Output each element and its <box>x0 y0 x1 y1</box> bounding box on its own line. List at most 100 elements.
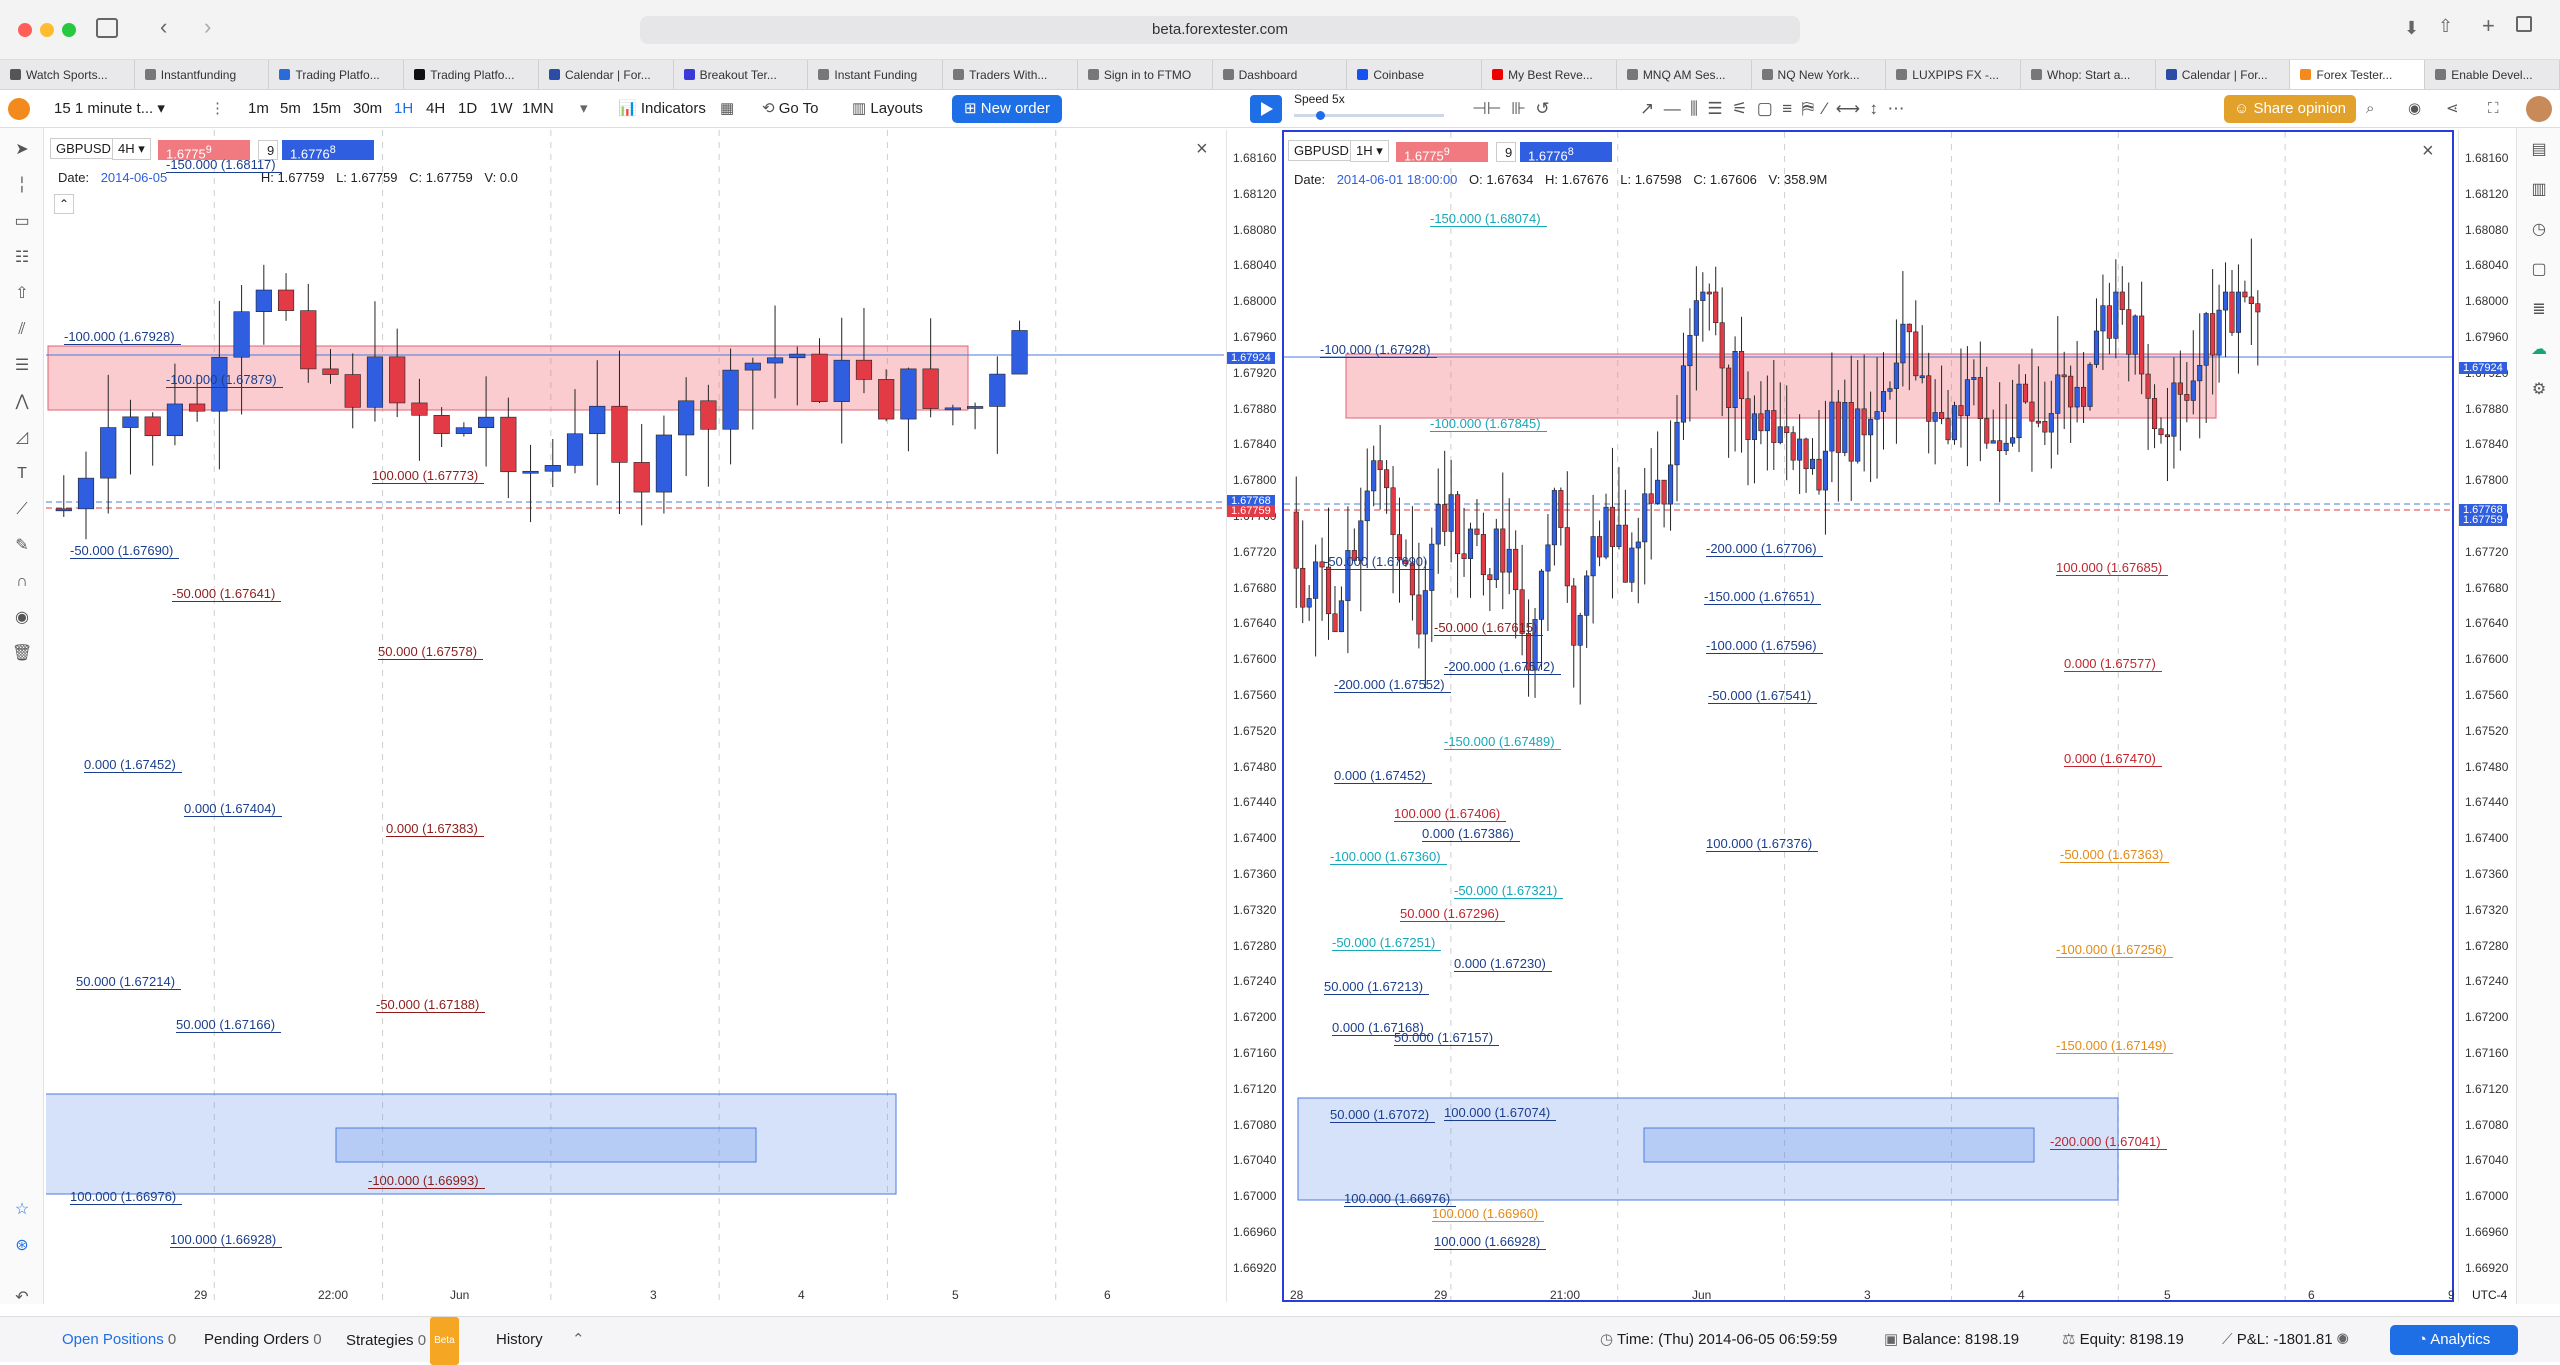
chart-canvas-left[interactable] <box>46 130 1224 1302</box>
fib-level-label[interactable]: 0.000 (1.67230) <box>1454 956 1552 972</box>
new-tab-icon[interactable]: + <box>2482 13 2495 39</box>
expand-panel-icon[interactable]: ⌃ <box>572 1317 585 1363</box>
trash-icon[interactable]: 🗑 <box>12 644 32 664</box>
browser-tab[interactable]: Sign in to FTMO <box>1078 60 1213 89</box>
fib-level-label[interactable]: -50.000 (1.67690) <box>70 543 180 559</box>
step-icons[interactable]: ⊣⊢ ⊪ ↺ <box>1472 90 1550 128</box>
fib-level-label[interactable]: 0.000 (1.67470) <box>2064 751 2162 767</box>
browser-tab[interactable]: MNQ AM Ses... <box>1617 60 1752 89</box>
brush-tool-icon[interactable]: ⟋ <box>12 500 32 520</box>
fib-level-label[interactable]: 50.000 (1.67214) <box>76 974 182 990</box>
speed-slider-handle[interactable] <box>1316 111 1325 120</box>
fib-level-label[interactable]: -100.000 (1.67928) <box>64 329 181 345</box>
fib-level-label[interactable]: -200.000 (1.67552) <box>1334 677 1451 693</box>
play-button[interactable] <box>1250 95 1282 123</box>
fib-level-label[interactable]: -100.000 (1.67256) <box>2056 942 2173 958</box>
browser-tab[interactable]: Coinbase <box>1347 60 1483 89</box>
chart-pane-right[interactable]: GBPUSD 1H ▾ 1.67759 9 1.67768 Date: 2014… <box>1282 130 2454 1302</box>
chart-pane-left[interactable]: GBPUSD 4H ▾ 1.67759 9 1.67768 Date: 2014… <box>46 130 1224 1302</box>
timeframe-4H[interactable]: 4H <box>426 90 445 128</box>
fib-level-label[interactable]: -50.000 (1.67188) <box>376 997 486 1013</box>
browser-tab[interactable]: NQ New York... <box>1752 60 1887 89</box>
line-tool-icon[interactable]: ╎ <box>12 176 32 196</box>
browser-tab[interactable]: Forex Tester... <box>2290 60 2426 89</box>
browser-tab[interactable]: Whop: Start a... <box>2021 60 2156 89</box>
favorites-star-icon[interactable]: ☆ <box>12 1200 32 1220</box>
fib-level-label[interactable]: 100.000 (1.66976) <box>70 1189 183 1205</box>
fib-level-label[interactable]: -50.000 (1.67251) <box>1332 935 1442 951</box>
clock-icon[interactable]: ◷ <box>2529 220 2549 240</box>
browser-tab[interactable]: Trading Platfo... <box>404 60 539 89</box>
fib-level-label[interactable]: 100.000 (1.67773) <box>372 468 485 484</box>
share-opinion-button[interactable]: ☺ Share opinion <box>2224 95 2356 123</box>
fib-level-label[interactable]: -50.000 (1.67615) <box>1434 620 1544 636</box>
fib-level-label[interactable]: 0.000 (1.67452) <box>1334 768 1432 784</box>
timeframe-1m[interactable]: 1m <box>248 90 269 128</box>
templates-grid-icon[interactable]: ▦ <box>720 90 734 128</box>
fib-level-label[interactable]: -100.000 (1.67360) <box>1330 849 1447 865</box>
timeframe-label[interactable]: 1H ▾ <box>1350 140 1389 162</box>
fib-level-label[interactable]: 50.000 (1.67296) <box>1400 906 1506 922</box>
pattern-tool-icon[interactable]: ⋀ <box>12 392 32 412</box>
browser-tab[interactable]: Traders With... <box>943 60 1078 89</box>
fib-level-label[interactable]: -100.000 (1.67928) <box>1320 342 1437 358</box>
fib-level-label[interactable]: -150.000 (1.68074) <box>1430 211 1547 227</box>
channel-tool-icon[interactable]: ⫽ <box>12 320 32 340</box>
fib-level-label[interactable]: 100.000 (1.67685) <box>2056 560 2169 576</box>
fib-level-label[interactable]: 0.000 (1.67577) <box>2064 656 2162 672</box>
pending-orders-tab[interactable]: Pending Orders 0 <box>204 1317 322 1363</box>
fib-level-label[interactable]: -200.000 (1.67572) <box>1444 659 1561 675</box>
fib-level-label[interactable]: -50.000 (1.67541) <box>1708 688 1818 704</box>
timeframe-1D[interactable]: 1D <box>458 90 477 128</box>
text-tool-icon[interactable]: T <box>12 464 32 484</box>
timeframe-5m[interactable]: 5m <box>280 90 301 128</box>
new-order-button[interactable]: ⊞ New order <box>952 95 1062 123</box>
fib-level-label[interactable]: -50.000 (1.67641) <box>172 586 282 602</box>
fib-level-label[interactable]: 100.000 (1.67074) <box>1444 1105 1557 1121</box>
fib-level-label[interactable]: -150.000 (1.67149) <box>2056 1038 2173 1054</box>
fib-level-label[interactable]: 100.000 (1.66976) <box>1344 1191 1457 1207</box>
pen-tool-icon[interactable]: ✎ <box>12 536 32 556</box>
open-positions-tab[interactable]: Open Positions 0 <box>62 1317 176 1363</box>
buy-price[interactable]: 1.67768 <box>282 140 374 161</box>
fib-level-label[interactable]: -50.000 (1.67363) <box>2060 847 2170 863</box>
fib-level-label[interactable]: -200.000 (1.67706) <box>1706 541 1823 557</box>
minimize-window-button[interactable] <box>40 23 54 37</box>
timeframe-30m[interactable]: 30m <box>353 90 382 128</box>
sell-price[interactable]: 1.67759 <box>1396 142 1488 163</box>
fib-level-label[interactable]: 0.000 (1.67404) <box>184 801 282 817</box>
search-icon[interactable]: ⌕ <box>2366 90 2374 128</box>
fib-level-label[interactable]: -200.000 (1.67041) <box>2050 1134 2167 1150</box>
fib-level-label[interactable]: 50.000 (1.67166) <box>176 1017 282 1033</box>
fib-level-label[interactable]: -100.000 (1.67596) <box>1706 638 1823 654</box>
fib-level-label[interactable]: 100.000 (1.66928) <box>170 1232 283 1248</box>
drawing-tools-strip[interactable]: ↗ — ⫼ ☰ ⚟ ▢ ≡ ⛿ ⁄ ⟷ ↕ ⋯ <box>1640 90 1905 128</box>
close-pane-icon[interactable]: × <box>1196 138 1208 161</box>
close-window-button[interactable] <box>18 23 32 37</box>
eye-small-icon[interactable]: ◉ <box>2337 1331 2349 1348</box>
price-axis-right[interactable]: 1.68160 1.68120 1.68080 1.68040 1.68000 1.679… <box>2458 130 2512 1302</box>
fib-level-label[interactable]: -150.000 (1.67489) <box>1444 734 1561 750</box>
fib-level-label[interactable]: -150.000 (1.67651) <box>1704 589 1821 605</box>
fib-tool-icon[interactable]: ☷ <box>12 248 32 268</box>
browser-tab[interactable]: Dashboard <box>1213 60 1348 89</box>
share-icon[interactable]: ⋖ <box>2446 90 2459 128</box>
download-icon[interactable]: ⬇ <box>2404 18 2419 39</box>
price-axis-left[interactable]: 1.68160 1.68120 1.68080 1.68040 1.68000 1.679… <box>1226 130 1280 1302</box>
news-icon[interactable]: ≣ <box>2529 300 2549 320</box>
watchlist-icon[interactable]: ▤ <box>2529 140 2549 160</box>
timeframe-label[interactable]: 4H ▾ <box>112 138 151 160</box>
browser-tab[interactable]: Calendar | For... <box>539 60 674 89</box>
fib-level-label[interactable]: 100.000 (1.67406) <box>1394 806 1507 822</box>
timeframe-1MN[interactable]: 1MN <box>522 90 554 128</box>
cursor-icon[interactable]: ➤ <box>12 140 32 160</box>
fib-level-label[interactable]: -100.000 (1.67845) <box>1430 416 1547 432</box>
layouts-button[interactable]: ▥ Layouts <box>852 90 923 128</box>
share-page-icon[interactable]: ⇧ <box>2438 16 2453 37</box>
timeframe-1H[interactable]: 1H <box>394 90 413 128</box>
fib-level-label[interactable]: 50.000 (1.67072) <box>1330 1107 1436 1123</box>
fib-level-label[interactable]: 50.000 (1.67213) <box>1324 979 1430 995</box>
fib-level-label[interactable]: 50.000 (1.67578) <box>378 644 484 660</box>
fib-level-label[interactable]: -150.000 (1.68117) <box>166 157 282 173</box>
measure-tool-icon[interactable]: ◿ <box>12 428 32 448</box>
